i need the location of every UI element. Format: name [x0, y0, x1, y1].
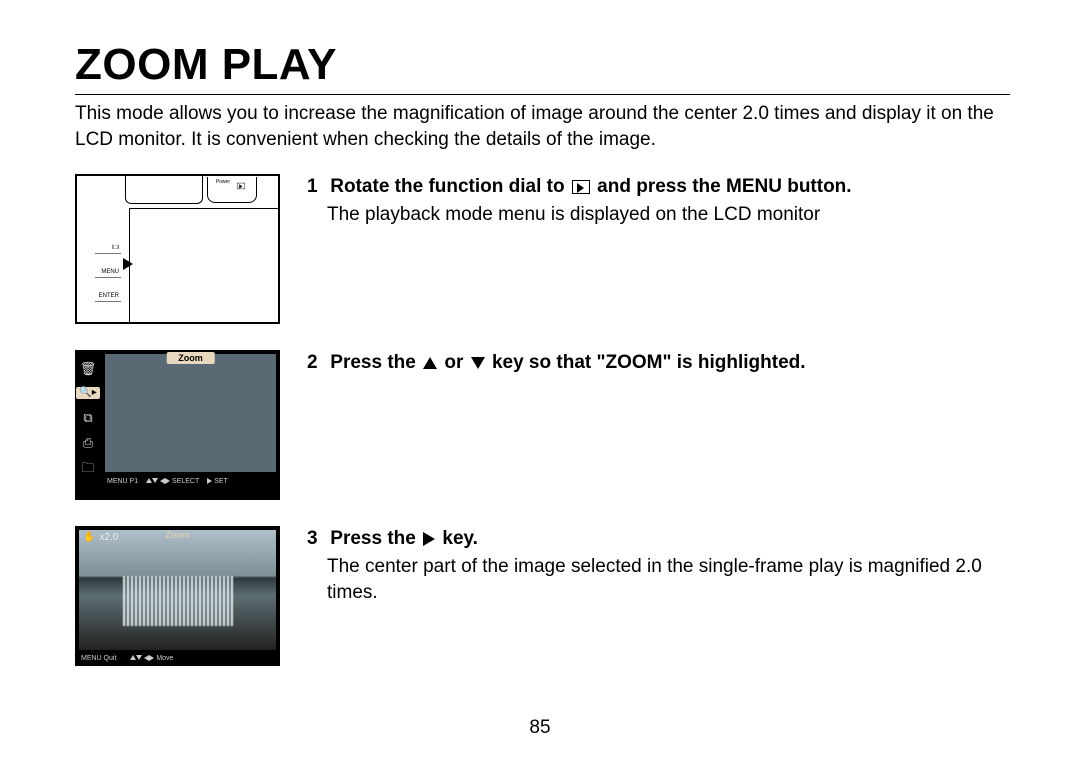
hand-icon: ✋ [83, 532, 95, 543]
folder-icon: 🗀 [81, 461, 94, 474]
pointer-arrow-icon [123, 258, 133, 270]
manual-page: ZOOM PLAY This mode allows you to increa… [0, 0, 1080, 765]
step-number: 3 [307, 526, 325, 552]
footer-menu-quit: MENU Quit [81, 655, 116, 662]
step2-text: 2 Press the or key so that "ZOOM" is hig… [307, 350, 1010, 500]
step1-body: The playback mode menu is displayed on t… [327, 202, 1010, 228]
trash-icon: 🗑 [80, 362, 97, 375]
menu-tab-zoom: Zoom [166, 352, 215, 364]
step3-illustration: Zoom ✋ x2.0 MENU Quit Move [75, 526, 280, 666]
step-number: 1 [307, 174, 325, 200]
page-title: ZOOM PLAY [75, 40, 1010, 95]
camera-button-menu: MENU [95, 266, 121, 278]
step2-head-after: key so that "ZOOM" is highlighted. [492, 352, 806, 373]
step1-head-after: and press the MENU button. [597, 176, 851, 197]
intro-paragraph: This mode allows you to increase the mag… [75, 101, 1010, 152]
footer-select: SELECT [172, 478, 199, 485]
step3-text: 3 Press the key. The center part of the … [307, 526, 1010, 666]
steps-grid: Power I□I MENU ENTER 1 Rotate the functi… [75, 174, 1010, 666]
step3-footer: MENU Quit Move [79, 652, 276, 664]
playback-mode-icon [572, 180, 590, 194]
magnification-label: x2.0 [99, 532, 118, 543]
up-key-icon [423, 357, 437, 369]
step1-text: 1 Rotate the function dial to and press … [307, 174, 1010, 324]
overlay-tab-zoom: Zoom [165, 530, 190, 540]
step3-head-before: Press the [330, 528, 416, 549]
print-icon: ⎙ [83, 436, 93, 449]
footer-move: Move [156, 655, 173, 662]
step2-head-before: Press the [330, 352, 416, 373]
step2-head-mid: or [444, 352, 463, 373]
step2-illustration: 🗑 🔍▸ ⧉ ⎙ 🗀 Zoom MENU P1 SELECT SET [75, 350, 280, 500]
power-label: Power [216, 179, 230, 185]
zoom-icon: 🔍▸ [76, 387, 99, 399]
step3-body: The center part of the image selected in… [327, 554, 1010, 605]
down-key-icon [471, 357, 485, 369]
camera-button-enter: ENTER [95, 290, 121, 302]
right-key-icon [423, 532, 435, 546]
step2-footer: MENU P1 SELECT SET [105, 474, 276, 488]
footer-menu: MENU P1 [107, 478, 138, 485]
multi-icon: ⧉ [83, 411, 92, 424]
step3-head-after: key. [442, 528, 478, 549]
camera-button-1: I□I [95, 242, 121, 254]
footer-set: SET [214, 478, 228, 485]
step-number: 2 [307, 350, 325, 376]
step1-illustration: Power I□I MENU ENTER [75, 174, 280, 324]
step1-head-before: Rotate the function dial to [330, 176, 564, 197]
zoomed-image-preview [79, 530, 276, 650]
page-number: 85 [0, 717, 1080, 739]
